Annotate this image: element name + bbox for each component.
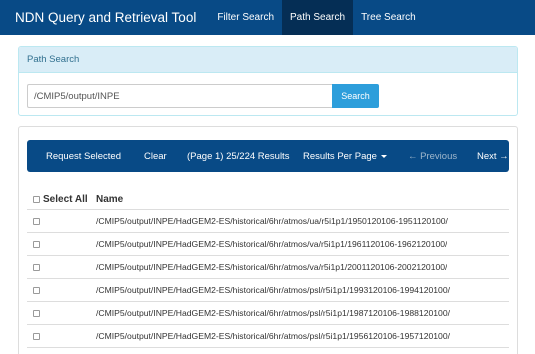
row-checkbox[interactable] xyxy=(33,332,40,340)
nav-path-search[interactable]: Path Search xyxy=(282,0,354,35)
select-all-checkbox[interactable] xyxy=(33,196,40,203)
row-checkbox[interactable] xyxy=(33,217,40,225)
page-info: (Page 1) 25/224 Results xyxy=(187,150,290,162)
row-checkbox[interactable] xyxy=(33,263,40,271)
row-checkbox[interactable] xyxy=(33,240,40,248)
row-path: /CMIP5/output/INPE/HadGEM2-ES/historical… xyxy=(96,308,450,318)
row-path: /CMIP5/output/INPE/HadGEM2-ES/historical… xyxy=(96,239,448,249)
row-path: /CMIP5/output/INPE/HadGEM2-ES/historical… xyxy=(96,331,450,341)
top-navbar: NDN Query and Retrieval Tool Filter Sear… xyxy=(0,0,535,35)
row-checkbox[interactable] xyxy=(33,309,40,317)
row-path: /CMIP5/output/INPE/HadGEM2-ES/historical… xyxy=(96,216,448,226)
search-row: Search xyxy=(27,84,379,108)
select-all-header: Select All xyxy=(27,194,96,205)
results-toolbar: Request Selected Clear (Page 1) 25/224 R… xyxy=(27,140,509,172)
table-header: Select All Name xyxy=(27,190,509,210)
table-row: /CMIP5/output/INPE/HadGEM2-ES/historical… xyxy=(27,233,509,256)
nav-filter-search[interactable]: Filter Search xyxy=(209,0,282,35)
caret-down-icon xyxy=(380,154,387,158)
table-row: /CMIP5/output/INPE/HadGEM2-ES/historical… xyxy=(27,325,509,348)
next-button[interactable]: Next → xyxy=(477,140,509,172)
app-brand[interactable]: NDN Query and Retrieval Tool xyxy=(15,10,196,25)
path-search-panel: Path Search Search xyxy=(18,46,518,116)
results-per-page-label: Results Per Page xyxy=(303,150,377,162)
name-column-header: Name xyxy=(96,194,124,205)
path-input[interactable] xyxy=(27,84,333,108)
path-search-heading: Path Search xyxy=(19,47,517,73)
results-per-page-dropdown[interactable]: Results Per Page xyxy=(303,140,387,172)
previous-button[interactable]: ← Previous xyxy=(408,140,457,172)
table-row: /CMIP5/output/INPE/HadGEM2-ES/historical… xyxy=(27,302,509,325)
results-panel: Request Selected Clear (Page 1) 25/224 R… xyxy=(18,126,518,354)
request-selected-button[interactable]: Request Selected xyxy=(46,140,121,172)
row-path: /CMIP5/output/INPE/HadGEM2-ES/historical… xyxy=(96,285,450,295)
results-table: Select All Name /CMIP5/output/INPE/HadGE… xyxy=(27,190,509,348)
row-path: /CMIP5/output/INPE/HadGEM2-ES/historical… xyxy=(96,262,448,272)
clear-button[interactable]: Clear xyxy=(144,140,167,172)
select-all-label: Select All xyxy=(43,194,88,205)
table-row: /CMIP5/output/INPE/HadGEM2-ES/historical… xyxy=(27,256,509,279)
row-checkbox[interactable] xyxy=(33,286,40,294)
table-row: /CMIP5/output/INPE/HadGEM2-ES/historical… xyxy=(27,210,509,233)
nav-tree-search[interactable]: Tree Search xyxy=(353,0,424,35)
table-row: /CMIP5/output/INPE/HadGEM2-ES/historical… xyxy=(27,279,509,302)
search-button[interactable]: Search xyxy=(332,84,379,108)
